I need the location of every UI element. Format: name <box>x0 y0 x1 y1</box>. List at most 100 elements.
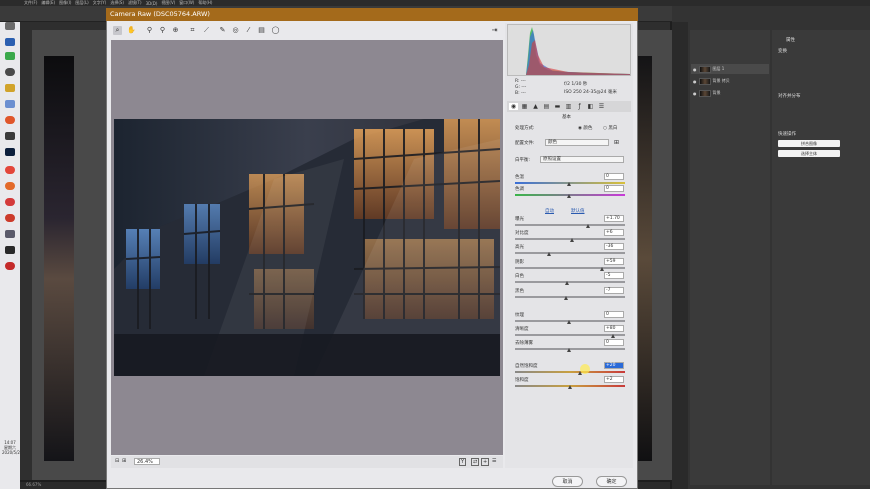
ps-toolbar <box>20 30 32 480</box>
color-sampler-icon[interactable]: ⚲ <box>158 26 167 35</box>
before-after-view-icon[interactable]: Y <box>459 458 467 466</box>
app-icon-slate[interactable] <box>5 230 15 238</box>
slider-track[interactable] <box>515 334 625 336</box>
slider-track[interactable] <box>515 267 625 269</box>
copy-settings-icon[interactable]: + <box>481 458 490 466</box>
slider-thumb[interactable] <box>564 281 569 285</box>
red-eye-icon[interactable]: ◎ <box>231 26 240 35</box>
default-link[interactable]: 默认值 <box>571 208 585 214</box>
slider-value-field[interactable]: 0 <box>604 185 624 192</box>
app-icon-red[interactable] <box>5 182 15 190</box>
slider-thumb[interactable] <box>547 252 552 256</box>
slider-thumb[interactable] <box>563 296 568 300</box>
preview-menu-icon[interactable]: ☰ <box>492 458 496 464</box>
slider-value-field[interactable]: +20 <box>604 362 624 369</box>
split-toning-tab-icon[interactable]: ▬ <box>553 103 562 110</box>
ps-app-icon[interactable] <box>5 38 15 46</box>
slider-value-field[interactable]: 0 <box>604 311 624 318</box>
slider-thumb[interactable] <box>567 194 571 198</box>
app-icon-blue[interactable] <box>5 100 15 108</box>
ok-button[interactable]: 确定 <box>596 476 627 487</box>
targeted-adjust-icon[interactable]: ⊕ <box>171 26 180 35</box>
app-icon-green[interactable] <box>5 52 15 60</box>
graduated-filter-icon[interactable]: ▤ <box>257 26 266 35</box>
info-g: G: --- <box>515 85 527 90</box>
eye-icon[interactable]: ● <box>693 91 697 96</box>
slider-thumb[interactable] <box>568 385 573 389</box>
slider-thumb[interactable] <box>611 334 615 338</box>
slider-value-field[interactable]: -36 <box>604 243 624 250</box>
slider-value-field[interactable]: +2 <box>604 376 624 383</box>
layer-row[interactable]: ● 背景 <box>691 88 769 98</box>
auto-link[interactable]: 自动 <box>545 208 554 214</box>
select-subject-button[interactable]: 选择主体 <box>778 150 840 157</box>
slider-thumb[interactable] <box>570 238 575 242</box>
adjustment-brush-icon[interactable]: ⁄ <box>244 26 253 35</box>
basic-tab-icon[interactable]: ◉ <box>509 103 518 110</box>
lens-tab-icon[interactable]: ▥ <box>564 103 573 110</box>
zoom-out-button[interactable]: ⊟ <box>115 458 119 464</box>
slider-thumb[interactable] <box>567 348 571 352</box>
app-icon-red4[interactable] <box>5 262 15 270</box>
radial-filter-icon[interactable]: ◯ <box>271 26 280 35</box>
presets-tab-icon[interactable]: ☰ <box>597 103 606 110</box>
slider-value-field[interactable]: 0 <box>604 339 624 346</box>
slider-thumb[interactable] <box>585 224 590 228</box>
profile-select[interactable]: 颜色 <box>545 139 609 146</box>
chrome-icon[interactable] <box>5 166 15 174</box>
slider-thumb[interactable] <box>600 267 604 271</box>
slider-track[interactable] <box>515 281 625 283</box>
slider-value-field[interactable]: +6 <box>604 229 624 236</box>
slider-thumb[interactable] <box>567 182 571 186</box>
hsl-tab-icon[interactable]: ▤ <box>542 103 551 110</box>
slider-track[interactable] <box>515 371 625 373</box>
zoom-tool-icon[interactable]: ⌕ <box>113 26 122 35</box>
slider-track[interactable] <box>515 224 625 226</box>
slider-value-field[interactable]: +59 <box>604 258 624 265</box>
slider-value-field[interactable]: +1.70 <box>604 215 624 222</box>
slider-value-field[interactable]: -7 <box>604 287 624 294</box>
cancel-button[interactable]: 取消 <box>552 476 583 487</box>
app-icon-gray[interactable] <box>5 132 15 140</box>
slider-track[interactable] <box>515 296 625 298</box>
flatten-image-button[interactable]: 拼合图像 <box>778 140 840 147</box>
treatment-bw-radio[interactable]: ○ 黑白 <box>603 125 617 131</box>
treatment-color-radio[interactable]: ◉ 颜色 <box>578 125 592 131</box>
wb-select[interactable]: 原照设置 <box>540 156 624 163</box>
zoom-in-button[interactable]: ⊞ <box>122 458 126 464</box>
slider-value-field[interactable]: 0 <box>604 173 624 180</box>
taskbar-clock[interactable]: 14:07 星期六 2020/5/2 <box>2 440 20 455</box>
tone-curve-tab-icon[interactable]: ▦ <box>520 103 529 110</box>
folder-icon[interactable] <box>5 84 15 92</box>
layer-row[interactable]: ● 背景 拷贝 <box>691 76 769 86</box>
slider-value-field[interactable]: -5 <box>604 272 624 279</box>
ps-menu-item[interactable]: 3D(D) <box>146 1 158 6</box>
search-icon[interactable] <box>5 22 15 30</box>
preview-photo[interactable] <box>114 119 500 376</box>
slider-value-field[interactable]: +80 <box>604 325 624 332</box>
app-icon-red2[interactable] <box>5 198 15 206</box>
straighten-tool-icon[interactable]: ⟋ <box>202 26 211 35</box>
effects-tab-icon[interactable]: ƒ <box>575 103 584 110</box>
layer-row[interactable]: ● 图层 1 <box>691 64 769 74</box>
app-icon-red3[interactable] <box>5 214 15 222</box>
app-icon-orange[interactable] <box>5 116 15 124</box>
detail-tab-icon[interactable]: ▲ <box>531 103 540 110</box>
app-icon-dark[interactable] <box>5 68 15 76</box>
open-preferences-icon[interactable]: ⇥ <box>490 26 499 35</box>
app-icon-black[interactable] <box>5 246 15 254</box>
slider-thumb[interactable] <box>567 320 571 324</box>
crop-tool-icon[interactable]: ⌗ <box>188 26 197 35</box>
photoshop-icon[interactable] <box>5 148 15 156</box>
white-balance-tool-icon[interactable]: ⚲ <box>145 26 154 35</box>
eye-icon[interactable]: ● <box>693 67 697 72</box>
profile-browser-icon[interactable]: ⊞ <box>614 139 619 146</box>
swap-settings-icon[interactable]: ⇄ <box>471 458 480 466</box>
spot-removal-icon[interactable]: ✎ <box>218 26 227 35</box>
eye-icon[interactable]: ● <box>693 79 697 84</box>
camera-raw-titlebar[interactable]: Camera Raw (DSC05764.ARW) <box>106 8 638 21</box>
calibration-tab-icon[interactable]: ◧ <box>586 103 595 110</box>
slider-track[interactable] <box>515 252 625 254</box>
hand-tool-icon[interactable]: ✋ <box>127 26 136 35</box>
zoom-level-select[interactable]: 26.4% <box>134 458 160 465</box>
